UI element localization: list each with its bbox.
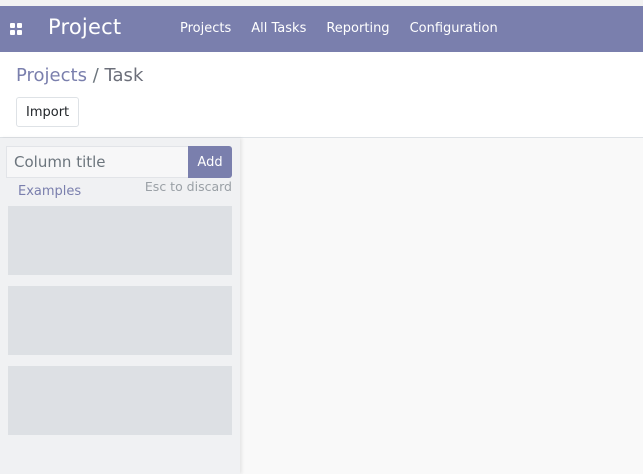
menu-item-configuration[interactable]: Configuration	[400, 6, 508, 52]
breadcrumb-current: Task	[104, 65, 144, 86]
menu-item-reporting[interactable]: Reporting	[316, 6, 399, 52]
menu-item-projects[interactable]: Projects	[170, 6, 241, 52]
top-menu: Projects All Tasks Reporting Configurati…	[170, 6, 508, 52]
column-title-input[interactable]	[6, 146, 189, 178]
menu-item-all-tasks[interactable]: All Tasks	[241, 6, 316, 52]
main-navbar: Project Projects All Tasks Reporting Con…	[0, 6, 643, 52]
ghost-card	[8, 366, 232, 435]
import-button[interactable]: Import	[16, 97, 80, 127]
breadcrumb-projects-link[interactable]: Projects	[16, 65, 87, 86]
ghost-card	[8, 206, 232, 275]
examples-link[interactable]: Examples	[18, 184, 81, 199]
breadcrumb-separator: /	[92, 65, 99, 86]
add-column-button[interactable]: Add	[188, 146, 232, 178]
app-brand[interactable]: Project	[48, 15, 121, 39]
discard-hint: Esc to discard	[144, 179, 232, 194]
column-quick-create: Add Examples Esc to discard	[0, 138, 240, 474]
apps-grid-icon[interactable]	[10, 23, 22, 35]
control-panel: Projects / Task Import	[0, 52, 643, 138]
breadcrumb: Projects / Task	[16, 65, 143, 86]
ghost-card	[8, 286, 232, 355]
